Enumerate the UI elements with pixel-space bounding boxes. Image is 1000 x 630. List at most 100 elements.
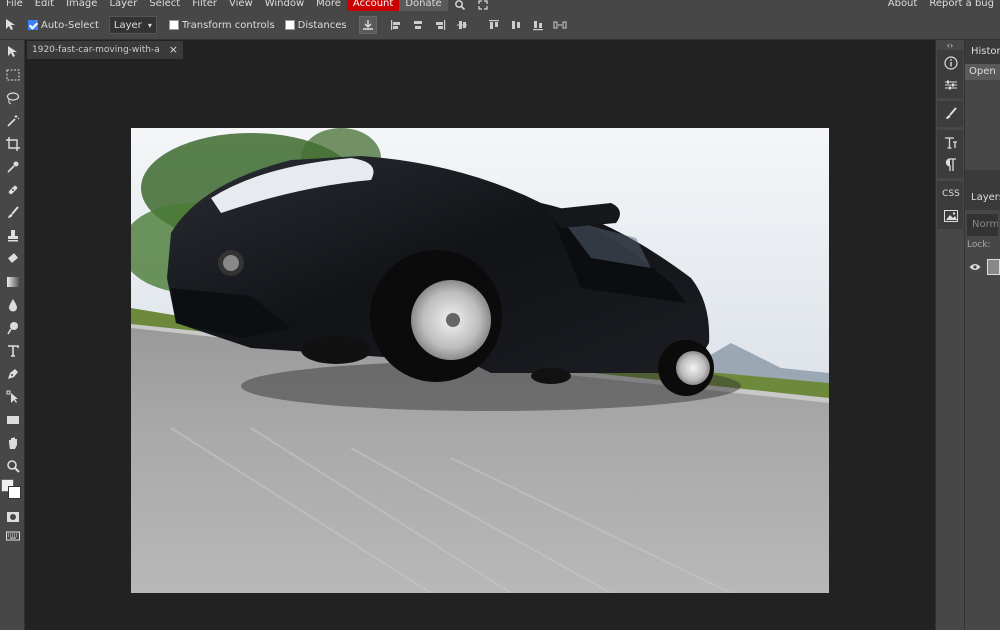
transform-controls-checkbox[interactable]	[168, 20, 179, 30]
mask-icon	[6, 512, 19, 522]
document-tab-bar: 1920-fast-car-moving-with-a ×	[25, 40, 935, 60]
eyedropper-tool[interactable]	[0, 155, 25, 178]
align-middle-icon[interactable]	[455, 18, 469, 32]
zoom-tool[interactable]	[0, 454, 25, 477]
search-icon[interactable]	[448, 0, 472, 11]
fullscreen-icon[interactable]	[472, 0, 494, 11]
image-icon[interactable]	[937, 205, 965, 227]
side-panels: History Open Layers Normal Lock:	[965, 40, 1000, 630]
collapse-panels-icon[interactable]: ‹›	[936, 40, 964, 50]
eye-icon[interactable]	[969, 261, 981, 274]
layer-thumbnail	[987, 259, 1000, 275]
history-panel-title[interactable]: History	[965, 40, 1000, 64]
type-tool[interactable]	[0, 339, 25, 362]
bandage-icon	[8, 185, 17, 194]
shape-tool[interactable]	[0, 408, 25, 431]
info-icon[interactable]	[937, 52, 965, 74]
css-icon[interactable]: CSS	[937, 183, 965, 205]
brush-icon	[7, 205, 19, 218]
distances-option[interactable]: Distances	[284, 20, 347, 31]
align-top-icon[interactable]	[487, 18, 501, 32]
path-select-tool[interactable]	[0, 385, 25, 408]
crop-icon	[5, 136, 20, 151]
menu-report-bug[interactable]: Report a bug	[923, 0, 1000, 11]
menu-window[interactable]: Window	[259, 0, 310, 11]
dodge-tool[interactable]	[0, 316, 25, 339]
hand-tool[interactable]	[0, 431, 25, 454]
lock-label: Lock:	[967, 240, 991, 250]
distances-checkbox[interactable]	[284, 20, 295, 30]
marquee-tool[interactable]	[0, 63, 25, 86]
lasso-icon	[6, 91, 19, 104]
magic-wand-tool[interactable]	[0, 109, 25, 132]
move-tool-icon	[4, 18, 18, 32]
auto-select-option[interactable]: Auto-Select	[28, 20, 99, 31]
history-panel: Open	[965, 64, 1000, 170]
menu-file[interactable]: File	[0, 0, 29, 11]
pen-tool[interactable]	[0, 362, 25, 385]
brush-tool[interactable]	[0, 201, 25, 224]
keyboard-tool[interactable]	[0, 527, 25, 545]
close-icon[interactable]: ×	[169, 41, 178, 59]
layer-row[interactable]	[965, 254, 1000, 280]
menu-image[interactable]: Image	[60, 0, 103, 11]
dodge-icon	[6, 321, 18, 334]
brush-settings-icon[interactable]	[937, 103, 965, 125]
eraser-tool[interactable]	[0, 247, 25, 270]
canvas-image[interactable]	[131, 128, 829, 593]
gradient-icon	[6, 276, 19, 287]
color-swatches[interactable]	[0, 477, 25, 507]
background-color-swatch[interactable]	[8, 486, 21, 499]
hand-icon	[8, 437, 17, 449]
move-tool[interactable]	[0, 40, 25, 63]
blend-mode-select[interactable]: Normal	[967, 214, 998, 236]
healing-brush-tool[interactable]	[0, 178, 25, 201]
right-icon-bar: ‹› CSS	[935, 40, 965, 630]
marquee-icon	[6, 69, 19, 80]
css-group: CSS	[937, 181, 963, 229]
document-tab[interactable]: 1920-fast-car-moving-with-a ×	[27, 41, 183, 59]
layers-panel: Normal Lock:	[965, 214, 1000, 280]
distribute-icon[interactable]	[553, 18, 567, 32]
rectangle-icon	[6, 415, 19, 424]
menu-layer[interactable]: Layer	[103, 0, 143, 11]
layers-panel-title[interactable]: Layers	[965, 186, 1000, 210]
lasso-tool[interactable]	[0, 86, 25, 109]
transform-controls-option[interactable]: Transform controls	[168, 20, 275, 31]
clone-stamp-tool[interactable]	[0, 224, 25, 247]
auto-select-checkbox[interactable]	[28, 20, 38, 30]
align-right-icon[interactable]	[433, 18, 447, 32]
menu-bar: File Edit Image Layer Select Filter View…	[0, 0, 1000, 11]
auto-select-target-select[interactable]: Layer ▾	[108, 16, 157, 34]
quick-mask-tool[interactable]	[0, 507, 25, 527]
menu-filter[interactable]: Filter	[186, 0, 223, 11]
align-left-icon[interactable]	[389, 18, 403, 32]
menu-select[interactable]: Select	[143, 0, 186, 11]
keyboard-icon	[5, 531, 20, 541]
menu-edit[interactable]: Edit	[29, 0, 60, 11]
align-center-icon[interactable]	[411, 18, 425, 32]
account-button[interactable]: Account	[346, 0, 400, 11]
panel-divider	[965, 170, 1000, 186]
blur-tool[interactable]	[0, 293, 25, 316]
crop-tool[interactable]	[0, 132, 25, 155]
car-photo	[131, 128, 829, 593]
adjustments-icon[interactable]	[937, 74, 965, 96]
download-icon[interactable]	[358, 16, 377, 34]
donate-button[interactable]: Donate	[399, 0, 448, 11]
options-bar: Auto-Select Layer ▾ Transform controls D…	[0, 11, 1000, 40]
align-vcenter-icon[interactable]	[509, 18, 523, 32]
align-bottom-icon[interactable]	[531, 18, 545, 32]
menu-more[interactable]: More	[310, 0, 347, 11]
type-group	[937, 130, 963, 178]
history-item[interactable]: Open	[965, 64, 1000, 80]
type-icon	[7, 344, 19, 357]
paragraph-icon[interactable]	[937, 154, 965, 176]
character-icon[interactable]	[937, 132, 965, 154]
gradient-tool[interactable]	[0, 270, 25, 293]
eyedropper-icon	[6, 161, 18, 173]
menu-view[interactable]: View	[223, 0, 259, 11]
zoom-icon	[6, 459, 20, 473]
drop-icon	[8, 298, 17, 311]
menu-about[interactable]: About	[882, 0, 924, 11]
